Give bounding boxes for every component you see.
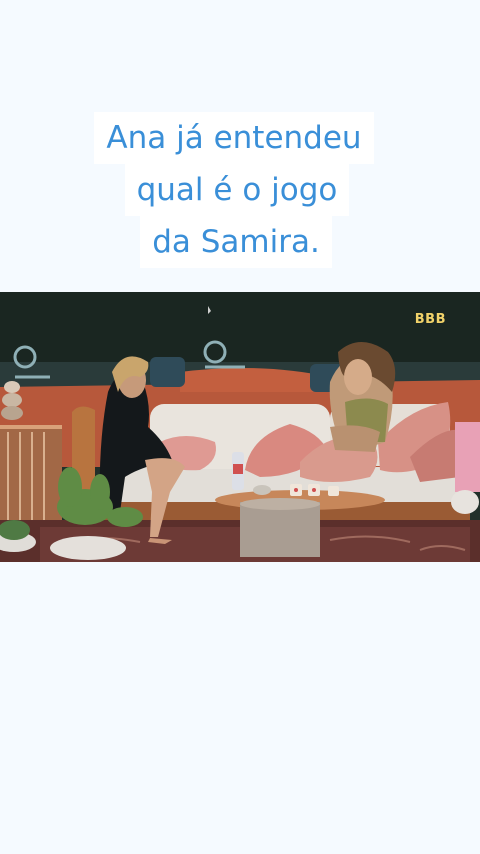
video-player[interactable]: BBB [0,292,480,562]
caption-block: Ana já entendeu qual é o jogo da Samira. [0,112,480,268]
caption-line-2: qual é o jogo [124,164,350,216]
channel-logo: BBB [414,312,446,327]
caption-line-3: da Samira. [140,216,332,268]
caption-line-1: Ana já entendeu [94,112,374,164]
video-frame-scene [0,292,480,562]
